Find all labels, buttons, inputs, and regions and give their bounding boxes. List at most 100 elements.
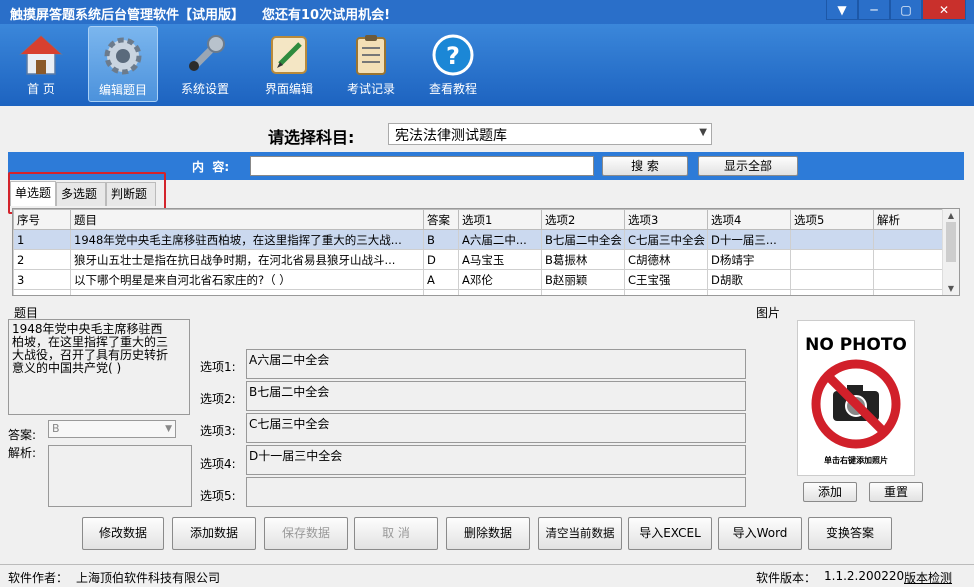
maximize-button[interactable]: ▢ [890, 0, 922, 20]
column-header[interactable]: 序号 [13, 209, 71, 230]
table-cell: D [423, 249, 459, 270]
cancel-button[interactable]: 取 消 [354, 517, 438, 550]
option3-field[interactable]: C七届三中全会 [246, 413, 746, 443]
column-header[interactable]: 解析 [873, 209, 944, 230]
table-cell: D十一届三... [707, 229, 791, 250]
toolbar-ui-edit-label: 界面编辑 [264, 82, 313, 96]
import-excel-button[interactable]: 导入EXCEL [628, 517, 712, 550]
option5-field[interactable] [246, 477, 746, 507]
toolbar-home[interactable]: 首 页 [8, 26, 74, 102]
table-cell: 1948年党中央毛主席移驻西柏坡，在这里指挥了重大的三大战... [70, 229, 424, 250]
subject-select[interactable]: 宪法法律测试题库 ▼ [388, 123, 712, 145]
option4-label: 选项4: [200, 457, 236, 471]
table-cell: A [423, 269, 459, 290]
chevron-down-icon: ▼ [699, 127, 707, 138]
version-label: 软件版本： [756, 571, 817, 585]
search-input[interactable] [250, 156, 594, 176]
close-button[interactable]: ✕ [922, 0, 966, 20]
analysis-textbox[interactable] [48, 445, 192, 507]
table-cell [873, 249, 944, 270]
questions-grid[interactable]: 序号 题目 答案 选项1 选项2 选项3 选项4 选项5 解析 1 1948年党中… [12, 208, 960, 296]
table-cell [790, 249, 874, 270]
table-cell [70, 289, 424, 295]
table-row[interactable]: 1 1948年党中央毛主席移驻西柏坡，在这里指挥了重大的三大战... B A六届二中.… [13, 229, 944, 250]
column-header[interactable]: 选项5 [790, 209, 874, 230]
dropdown-window-button[interactable]: ▼ [826, 0, 858, 20]
photo-hint: 单击右键添加照片 [824, 456, 888, 465]
toolbar-edit-questions[interactable]: 编辑题目 [88, 26, 158, 102]
main-toolbar: 首 页 编辑题目 系统设置 界面编辑 考试记录 ? 查看教程 [0, 24, 974, 106]
column-header[interactable]: 题目 [70, 209, 424, 230]
shuffle-answers-button[interactable]: 变换答案 [808, 517, 892, 550]
table-cell: D胡歌 [707, 269, 791, 290]
no-camera-icon [811, 359, 901, 449]
column-header[interactable]: 选项4 [707, 209, 791, 230]
toolbar-edit-questions-label: 编辑题目 [98, 83, 147, 97]
option4-field[interactable]: D十一届三中全会 [246, 445, 746, 475]
photo-box[interactable]: NO PHOTO 单击右键添加照片 [797, 320, 915, 476]
gear-icon [100, 33, 146, 79]
svg-text:?: ? [446, 42, 460, 70]
toolbar-exam-records[interactable]: 考试记录 [338, 26, 404, 102]
delete-data-button[interactable]: 删除数据 [446, 517, 530, 550]
modify-data-button[interactable]: 修改数据 [82, 517, 164, 550]
table-cell [873, 289, 944, 295]
author-value: 上海顶伯软件科技有限公司 [76, 571, 221, 585]
no-photo-text: NO PHOTO [805, 335, 907, 355]
reset-photo-button[interactable]: 重置 [869, 482, 923, 502]
table-cell [423, 289, 459, 295]
table-cell [624, 289, 708, 295]
question-text: 1948年党中央毛主席移驻西柏坡，在这里指挥了重大的三大战役，召开了具有历史转折… [12, 322, 169, 375]
minimize-button[interactable]: ─ [858, 0, 890, 20]
option5-label: 选项5: [200, 489, 236, 503]
option1-field[interactable]: A六届二中全会 [246, 349, 746, 379]
table-cell [707, 289, 791, 295]
search-button[interactable]: 搜 索 [602, 156, 688, 176]
edit-icon [266, 32, 312, 78]
subject-select-value: 宪法法律测试题库 [395, 128, 507, 144]
clipboard-icon [348, 32, 394, 78]
table-cell: 4 [13, 289, 71, 295]
answer-label: 答案: [8, 428, 37, 442]
clear-current-data-button[interactable]: 清空当前数据 [538, 517, 622, 550]
grid-scrollbar[interactable]: ▲ ▼ [942, 209, 959, 295]
table-row[interactable]: 3 以下哪个明星是来自河北省石家庄的?（ ） A A邓伦 B赵丽颖 C王宝强 D胡歌 [13, 269, 944, 290]
add-photo-button[interactable]: 添加 [803, 482, 857, 502]
table-cell [873, 269, 944, 290]
answer-select[interactable]: B ▼ [48, 420, 176, 438]
import-word-button[interactable]: 导入Word [718, 517, 802, 550]
toolbar-tutorial[interactable]: ? 查看教程 [420, 26, 486, 102]
table-cell [541, 289, 625, 295]
table-cell: A马宝玉 [458, 249, 542, 270]
column-header[interactable]: 选项3 [624, 209, 708, 230]
table-row[interactable]: 4 [13, 289, 944, 295]
column-header[interactable]: 选项2 [541, 209, 625, 230]
version-check-link[interactable]: 版本检测 [904, 569, 952, 586]
option1-label: 选项1: [200, 360, 236, 374]
table-cell: B赵丽颖 [541, 269, 625, 290]
table-cell: C七届三中全会 [624, 229, 708, 250]
author-label: 软件作者： [8, 571, 69, 585]
add-data-button[interactable]: 添加数据 [172, 517, 256, 550]
save-data-button[interactable]: 保存数据 [264, 517, 348, 550]
version-value: 1.1.2.200220 [824, 569, 905, 583]
toolbar-settings-label: 系统设置 [180, 82, 229, 96]
analysis-label: 解析: [8, 446, 37, 460]
table-cell: C王宝强 [624, 269, 708, 290]
column-header[interactable]: 答案 [423, 209, 459, 230]
home-icon [18, 32, 64, 78]
table-cell [790, 229, 874, 250]
toolbar-ui-edit[interactable]: 界面编辑 [256, 26, 322, 102]
column-header[interactable]: 选项1 [458, 209, 542, 230]
show-all-button[interactable]: 显示全部 [698, 156, 798, 176]
option2-label: 选项2: [200, 392, 236, 406]
toolbar-settings[interactable]: 系统设置 [172, 26, 238, 102]
table-row[interactable]: 2 狼牙山五壮士是指在抗日战争时期，在河北省易县狼牙山战斗... D A马宝玉 B葛振林… [13, 249, 944, 270]
answer-value: B [52, 422, 60, 435]
table-cell [458, 289, 542, 295]
option2-field[interactable]: B七届二中全会 [246, 381, 746, 411]
toolbar-home-label: 首 页 [27, 82, 55, 96]
table-cell: 以下哪个明星是来自河北省石家庄的?（ ） [70, 269, 424, 290]
table-cell: 狼牙山五壮士是指在抗日战争时期，在河北省易县狼牙山战斗... [70, 249, 424, 270]
table-cell [790, 269, 874, 290]
